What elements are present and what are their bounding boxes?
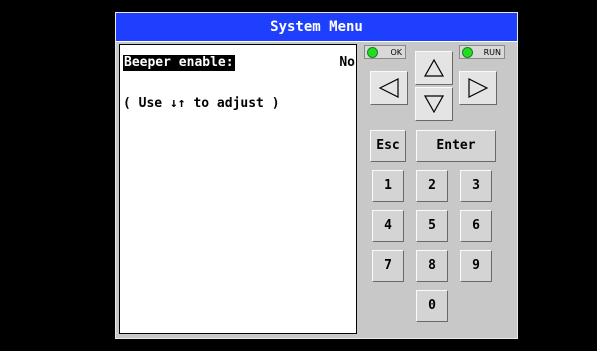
left-arrow-button[interactable]	[370, 71, 408, 105]
digit-2-button[interactable]: 2	[416, 170, 448, 202]
run-label: RUN	[483, 48, 501, 57]
up-arrow-button[interactable]	[415, 51, 453, 85]
digit-4-button[interactable]: 4	[372, 210, 404, 242]
ok-led-icon	[367, 47, 378, 58]
adjust-hint: ( Use ↓↑ to adjust )	[123, 96, 280, 111]
lcd-screen: Beeper enable: No ( Use ↓↑ to adjust )	[119, 44, 357, 334]
setting-row[interactable]: Beeper enable: No	[123, 55, 355, 71]
setting-label: Beeper enable:	[123, 55, 235, 71]
run-led-icon	[462, 47, 473, 58]
down-arrow-button[interactable]	[415, 87, 453, 121]
digit-7-button[interactable]: 7	[372, 250, 404, 282]
digit-1-button[interactable]: 1	[372, 170, 404, 202]
left-arrow-icon	[379, 78, 399, 98]
right-arrow-button[interactable]	[459, 71, 497, 105]
window-title: System Menu	[116, 13, 517, 42]
right-arrow-icon	[468, 78, 488, 98]
down-arrow-icon	[424, 95, 444, 113]
digit-0-button[interactable]: 0	[416, 290, 448, 322]
digit-6-button[interactable]: 6	[460, 210, 492, 242]
digit-9-button[interactable]: 9	[460, 250, 492, 282]
esc-button[interactable]: Esc	[370, 130, 406, 162]
run-indicator: RUN	[459, 45, 505, 59]
digit-3-button[interactable]: 3	[460, 170, 492, 202]
setting-value: No	[339, 55, 355, 70]
up-arrow-icon	[424, 59, 444, 77]
ok-label: OK	[390, 48, 402, 57]
digit-8-button[interactable]: 8	[416, 250, 448, 282]
digit-5-button[interactable]: 5	[416, 210, 448, 242]
hmi-window: System Menu Beeper enable: No ( Use ↓↑ t…	[115, 12, 518, 339]
enter-button[interactable]: Enter	[416, 130, 496, 162]
ok-indicator: OK	[364, 45, 406, 59]
